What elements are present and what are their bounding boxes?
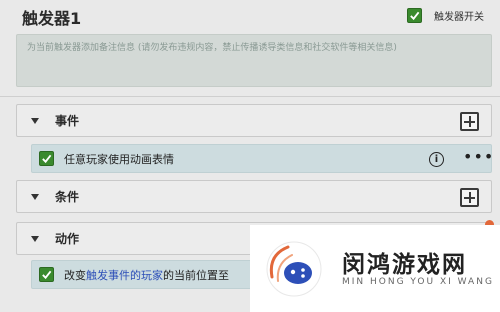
watermark-subtext: MIN HONG YOU XI WANG	[342, 277, 494, 287]
watermark-logo-icon	[266, 241, 322, 297]
event-item[interactable]: 任意玩家使用动画表情 i •••	[31, 144, 494, 173]
trigger-toggle[interactable]: 触发器开关	[407, 8, 484, 23]
section-events[interactable]: 事件	[16, 104, 492, 137]
more-options-icon[interactable]: •••	[463, 149, 494, 165]
section-conditions[interactable]: 条件	[16, 180, 492, 213]
check-icon[interactable]	[39, 267, 54, 282]
caret-down-icon[interactable]	[31, 117, 39, 124]
trigger-title: 触发器1	[22, 9, 82, 28]
section-conditions-label: 条件	[55, 190, 80, 204]
trigger-toggle-label: 触发器开关	[434, 12, 484, 23]
section-events-label: 事件	[55, 114, 80, 128]
action-middle: 的当前位置至	[163, 268, 229, 282]
action-item-text: 改变触发事件的玩家的当前位置至	[64, 267, 229, 283]
caret-down-icon[interactable]	[31, 235, 39, 242]
divider	[0, 96, 500, 97]
check-icon[interactable]	[407, 8, 422, 23]
section-actions-label: 动作	[55, 232, 80, 246]
caret-down-icon[interactable]	[31, 193, 39, 200]
add-event-button[interactable]	[460, 112, 479, 131]
check-icon[interactable]	[39, 151, 54, 166]
title-bar: 触发器1 触发器开关	[0, 0, 500, 32]
action-param-player[interactable]: 触发事件的玩家	[86, 269, 163, 282]
watermark-text: 闵鸿游戏网	[342, 252, 467, 278]
add-condition-button[interactable]	[460, 188, 479, 207]
trigger-note-field[interactable]: 为当前触发器添加备注信息 (请勿发布违规内容，禁止传播诱导类信息和社交软件等相关…	[16, 34, 492, 87]
info-icon[interactable]: i	[429, 152, 444, 167]
note-placeholder: 为当前触发器添加备注信息 (请勿发布违规内容，禁止传播诱导类信息和社交软件等相关…	[27, 43, 397, 53]
action-prefix: 改变	[64, 268, 86, 282]
event-item-text: 任意玩家使用动画表情	[64, 152, 174, 166]
